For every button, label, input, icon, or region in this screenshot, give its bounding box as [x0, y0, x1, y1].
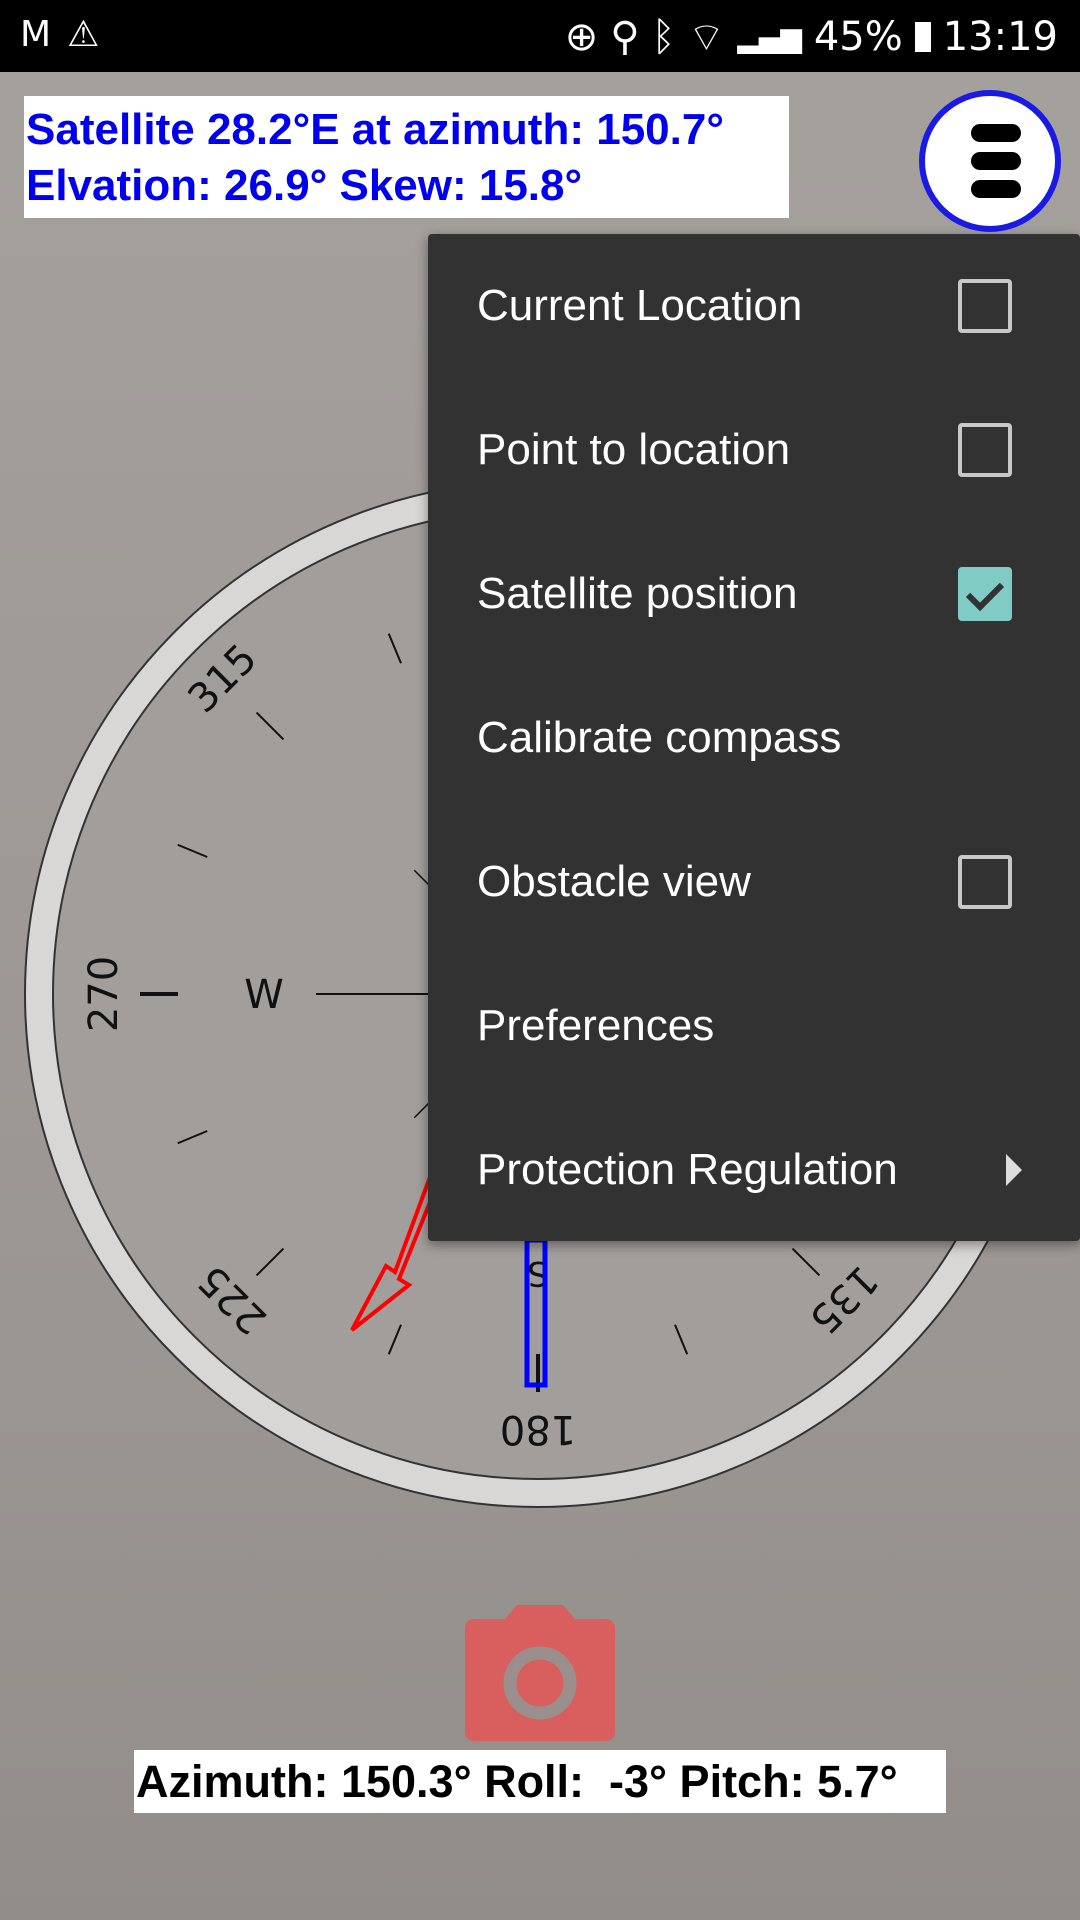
menu-item-label: Obstacle view — [477, 857, 751, 906]
satellite-position-checkbox[interactable] — [958, 567, 1012, 621]
obstacle-view-checkbox[interactable] — [958, 855, 1012, 909]
menu-item-preferences[interactable]: Preferences — [428, 954, 1080, 1098]
camera-button[interactable] — [465, 1605, 615, 1741]
menu-item-label: Calibrate compass — [477, 713, 842, 762]
menu-item-satellite-position[interactable]: Satellite position — [428, 522, 1080, 666]
camera-icon — [465, 1605, 615, 1741]
menu-item-obstacle-view[interactable]: Obstacle view — [428, 810, 1080, 954]
point-to-location-checkbox[interactable] — [958, 423, 1012, 477]
menu-item-label: Preferences — [477, 1001, 715, 1050]
menu-item-label: Satellite position — [477, 569, 798, 618]
menu-item-protection-regulation[interactable]: Protection Regulation — [428, 1098, 1080, 1242]
menu-item-calibrate-compass[interactable]: Calibrate compass — [428, 666, 1080, 810]
label-270: 270 — [81, 956, 127, 1032]
menu-item-point-to-location[interactable]: Point to location — [428, 378, 1080, 522]
overflow-menu: Current Location Point to location Satel… — [428, 234, 1080, 1241]
submenu-arrow-icon — [1006, 1154, 1022, 1186]
orientation-readout: Azimuth: 150.3° Roll: -3° Pitch: 5.7° — [134, 1750, 946, 1813]
menu-item-label: Current Location — [477, 281, 803, 330]
menu-item-label: Point to location — [477, 425, 791, 474]
menu-item-label: Protection Regulation — [477, 1145, 898, 1194]
current-location-checkbox[interactable] — [958, 279, 1012, 333]
label-west: W — [244, 972, 284, 1018]
menu-item-current-location[interactable]: Current Location — [428, 234, 1080, 378]
label-180: 180 — [500, 1406, 576, 1452]
